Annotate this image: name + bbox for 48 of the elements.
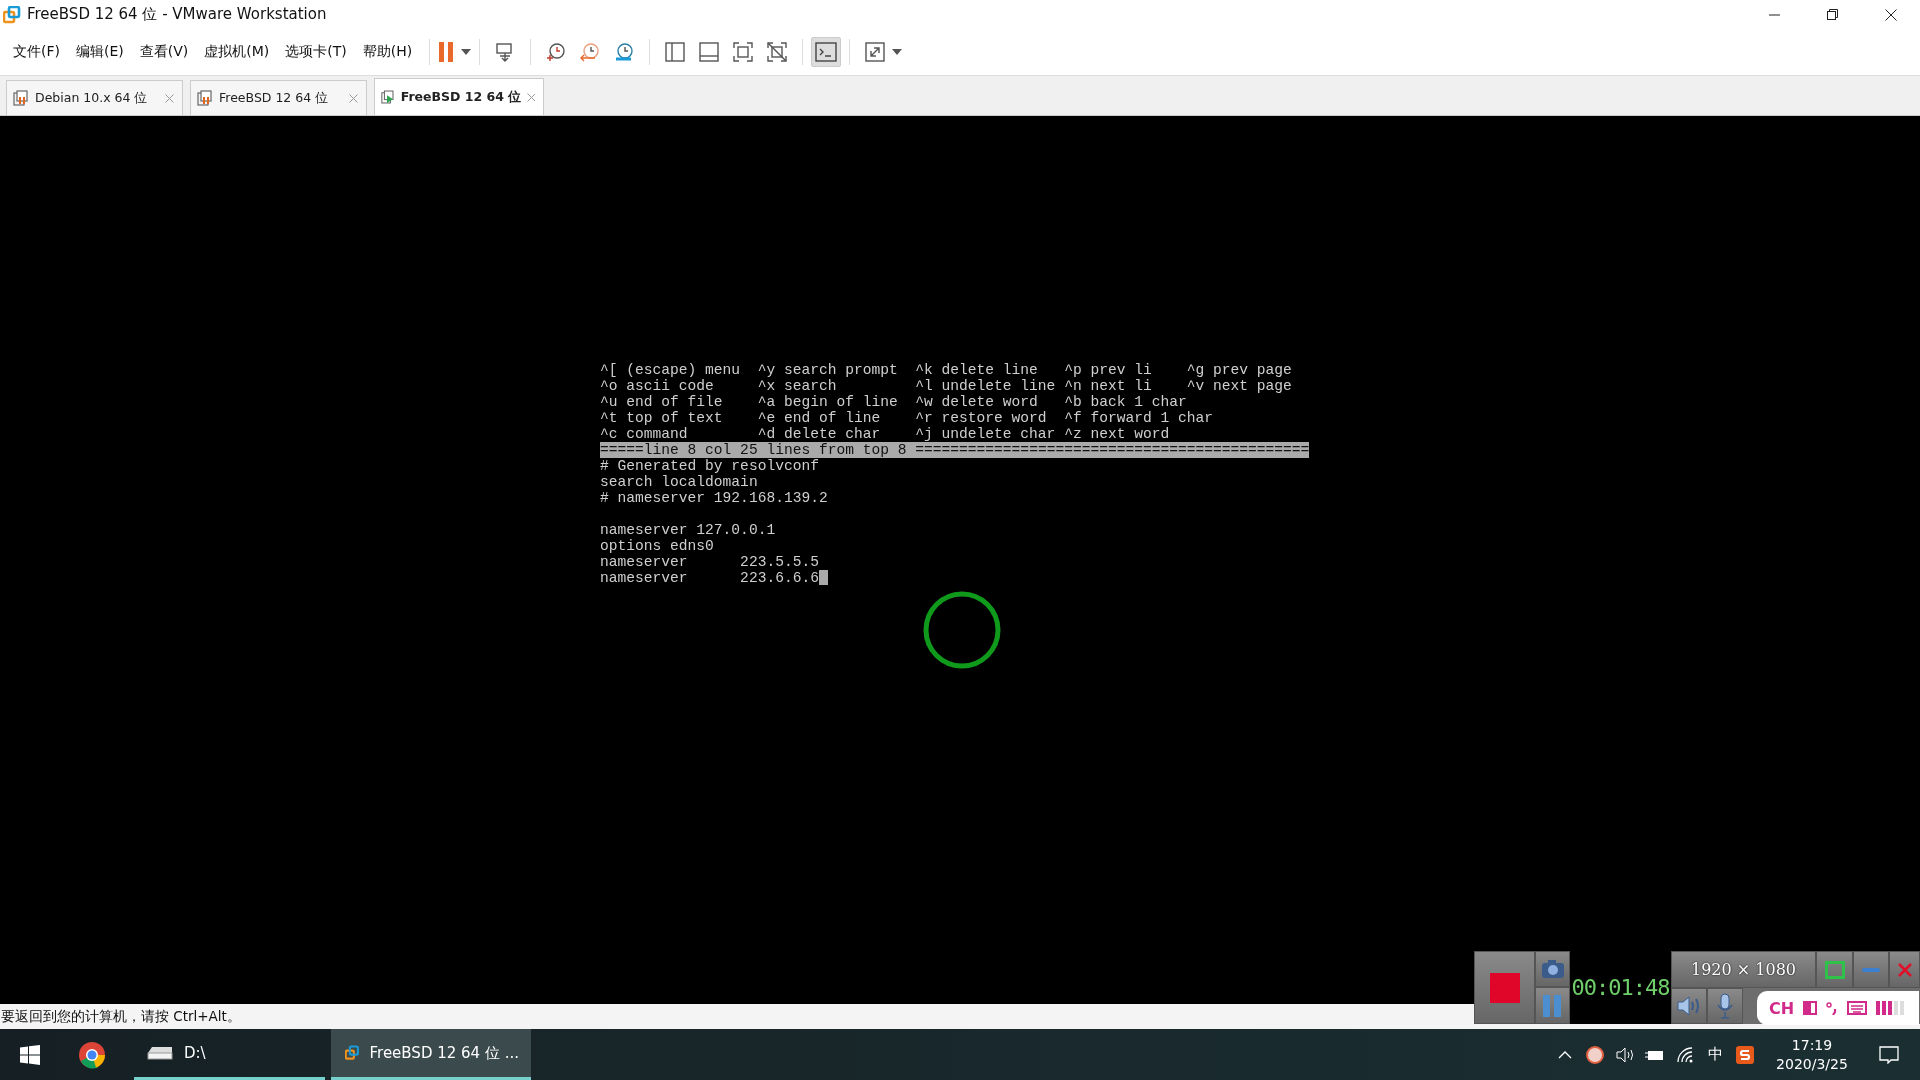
vm-tab[interactable]: FreeBSD 12 64 位 bbox=[190, 80, 367, 115]
file-line: nameserver 223.6.6.6 bbox=[600, 570, 819, 586]
shortcut-hint: ^f forward 1 char bbox=[1064, 410, 1213, 426]
shortcut-hint: ^u end of file bbox=[600, 394, 724, 410]
shortcut-hint: ^k delete line bbox=[915, 362, 1039, 378]
shortcut-hint: ^j undelete char bbox=[915, 426, 1057, 442]
record-timer: 00:01:48 bbox=[1570, 951, 1671, 1024]
shortcut-hint: ^c command bbox=[600, 426, 689, 442]
clock-date[interactable]: 2020/3/25 bbox=[1776, 1056, 1848, 1072]
shortcut-hint: ^p prev li bbox=[1064, 362, 1153, 378]
shortcut-hint: ^z next word bbox=[1064, 426, 1171, 442]
shortcut-hint: ^l undelete line bbox=[915, 378, 1057, 394]
window-title: FreeBSD 12 64 位 - VMware Workstation bbox=[27, 5, 327, 24]
menu-item[interactable]: 编辑(E) bbox=[69, 39, 131, 65]
vm-tab[interactable]: FreeBSD 12 64 位 bbox=[374, 78, 544, 115]
status-text: 要返回到您的计算机，请按 Ctrl+Alt。 bbox=[1, 1007, 241, 1026]
shortcut-hint: ^n next li bbox=[1064, 378, 1153, 394]
shortcut-hint: ^w delete word bbox=[915, 394, 1039, 410]
input-mode-label[interactable]: CH bbox=[1769, 998, 1795, 1018]
file-line: # Generated by resolvconf bbox=[600, 458, 819, 474]
file-line: search localdomain bbox=[600, 474, 758, 490]
shortcut-hint: ^v next page bbox=[1186, 378, 1292, 394]
shortcut-hint: ^[ (escape) menu bbox=[600, 362, 742, 378]
shortcut-hint: ^t top of text bbox=[600, 410, 724, 426]
record-resolution: 1920 × 1080 bbox=[1671, 951, 1816, 988]
shortcut-hint: ^d delete char bbox=[757, 426, 882, 442]
vm-tab[interactable]: Debian 10.x 64 位 bbox=[6, 80, 183, 115]
clock-time[interactable]: 17:19 bbox=[1791, 1037, 1833, 1053]
shortcut-hint: ^a begin of line bbox=[757, 394, 899, 410]
menu-item[interactable]: 文件(F) bbox=[6, 39, 67, 65]
shortcut-hint: ^y search prompt bbox=[757, 362, 899, 378]
file-line: # nameserver 192.168.139.2 bbox=[600, 490, 828, 506]
file-line: nameserver 127.0.0.1 bbox=[600, 522, 776, 538]
shortcut-hint: ^e end of line bbox=[757, 410, 882, 426]
shortcut-hint: ^g prev page bbox=[1186, 362, 1292, 378]
shortcut-hint: ^o ascii code bbox=[600, 378, 715, 394]
input-method-indicator[interactable]: 中 bbox=[1700, 1045, 1730, 1064]
menu-item[interactable]: 选项卡(T) bbox=[278, 39, 354, 65]
file-line: options edns0 bbox=[600, 538, 714, 554]
menu-item[interactable]: 帮助(H) bbox=[355, 39, 420, 65]
taskbar-app-button[interactable]: FreeBSD 12 64 位 ... bbox=[331, 1029, 531, 1080]
shortcut-hint: ^x search bbox=[757, 378, 838, 394]
shortcut-hint: ^r restore word bbox=[915, 410, 1048, 426]
taskbar-app-button[interactable]: D:\ bbox=[134, 1029, 325, 1080]
menu-item[interactable]: 虚拟机(M) bbox=[197, 39, 277, 65]
menu-item[interactable]: 查看(V) bbox=[132, 39, 196, 65]
file-line: nameserver 223.5.5.5 bbox=[600, 554, 819, 570]
shortcut-hint: ^b back 1 char bbox=[1064, 394, 1187, 410]
